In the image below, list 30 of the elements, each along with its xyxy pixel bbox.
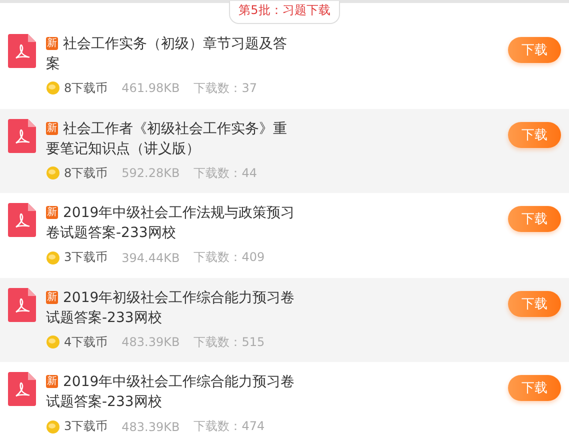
coin-cost: 4下载币 (64, 334, 108, 351)
file-size: 483.39KB (122, 420, 180, 434)
file-size: 461.98KB (122, 81, 180, 96)
download-count: 下载数：44 (194, 164, 258, 182)
file-size: 592.28KB (122, 166, 180, 180)
download-count: 下载数：409 (194, 249, 265, 266)
coin-cost: 3下载币 (64, 249, 108, 266)
file-title[interactable]: 新 2019年中级社会工作法规与政策预习卷试题答案-233网校 (46, 203, 296, 244)
file-title[interactable]: 新 2019年中级社会工作综合能力预习卷试题答案-233网校 (46, 372, 296, 412)
download-count: 下载数：474 (194, 418, 265, 436)
file-title[interactable]: 新 2019年初级社会工作综合能力预习卷试题答案-233网校 (46, 288, 296, 328)
coin-icon (46, 166, 60, 180)
coin-icon (46, 335, 60, 350)
file-size: 483.39KB (122, 335, 180, 350)
coin-icon (46, 420, 60, 434)
pdf-file-icon (8, 34, 36, 68)
file-title[interactable]: 新 社会工作实务（初级）章节习题及答案 (46, 34, 296, 74)
coin-icon (46, 81, 60, 96)
download-count: 下载数：37 (194, 80, 258, 97)
coin-cost: 8下载币 (64, 164, 108, 182)
coin-cost: 8下载币 (64, 80, 108, 97)
pdf-file-icon (8, 118, 36, 153)
coin-icon (46, 250, 60, 265)
file-size: 394.44KB (122, 250, 180, 265)
coin-cost: 3下载币 (64, 418, 108, 436)
pdf-file-icon (8, 372, 36, 406)
pdf-file-icon (8, 288, 36, 322)
file-title[interactable]: 新 社会工作者《初级社会工作实务》重要笔记知识点（讲义版） (46, 118, 296, 159)
pdf-file-icon (8, 203, 36, 238)
download-count: 下载数：515 (194, 334, 265, 351)
